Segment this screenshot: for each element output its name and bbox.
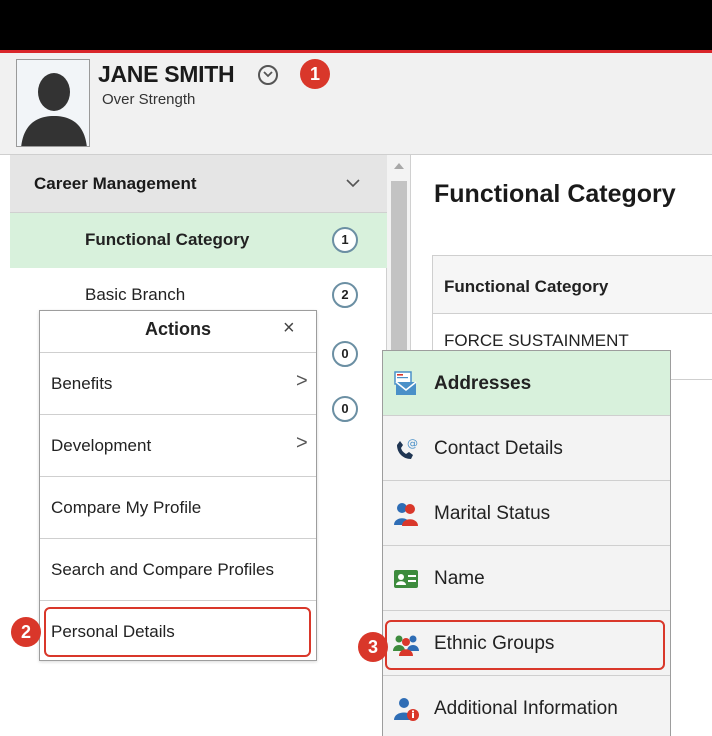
step-marker-2: 2	[11, 617, 41, 647]
menu-item-search-compare-profiles[interactable]: Search and Compare Profiles	[40, 539, 316, 601]
table-header-row: Functional Category	[433, 256, 712, 314]
menu-item-benefits[interactable]: Benefits >	[40, 353, 316, 415]
svg-text:@: @	[407, 437, 418, 450]
menu-item-label: Development	[51, 436, 152, 455]
chevron-down-icon	[346, 179, 360, 188]
address-envelope-icon	[394, 371, 417, 395]
profile-status: Over Strength	[102, 91, 196, 108]
submenu-item-marital-status[interactable]: Marital Status	[383, 481, 670, 546]
column-header: Functional Category	[444, 277, 609, 296]
actions-menu-title: Actions	[144, 319, 211, 339]
scroll-up-arrow-icon[interactable]	[394, 163, 404, 169]
chevron-right-icon: >	[296, 432, 308, 454]
submenu-item-label: Contact Details	[434, 438, 563, 459]
avatar	[16, 59, 90, 147]
top-bar	[0, 0, 712, 50]
profile-name: JANE SMITH	[98, 61, 235, 87]
submenu-item-additional-information[interactable]: Additional Information	[383, 676, 670, 736]
count-badge: 2	[332, 282, 358, 308]
menu-item-label: Compare My Profile	[51, 498, 202, 517]
highlight-personal-details	[44, 607, 311, 657]
count-badge: 1	[332, 227, 358, 253]
actions-menu-header: Actions ×	[40, 311, 316, 353]
submenu-item-label: Name	[434, 568, 485, 589]
phone-at-icon: @	[397, 437, 418, 459]
page-title: Functional Category	[434, 180, 676, 208]
step-marker-1: 1	[300, 59, 330, 89]
personal-details-submenu: Addresses @ Contact Details Marital Stat…	[382, 350, 671, 736]
career-management-header[interactable]: Career Management	[10, 155, 387, 213]
close-icon[interactable]: ×	[283, 317, 295, 340]
highlight-ethnic-groups	[385, 620, 665, 670]
count-badge: 0	[332, 341, 358, 367]
person-info-icon	[394, 698, 419, 721]
submenu-item-label: Addresses	[434, 373, 532, 394]
chevron-right-icon: >	[296, 370, 308, 392]
profile-header: JANE SMITH Over Strength	[0, 53, 712, 155]
submenu-item-contact-details[interactable]: @ Contact Details	[383, 416, 670, 481]
section-title: Career Management	[34, 174, 197, 193]
menu-item-label: Search and Compare Profiles	[51, 560, 275, 579]
nav-item-functional-category[interactable]: Functional Category 1	[10, 213, 387, 268]
couple-icon	[394, 503, 418, 526]
profile-menu-chevron-icon[interactable]	[258, 65, 278, 85]
count-badge: 0	[332, 396, 358, 422]
menu-item-development[interactable]: Development >	[40, 415, 316, 477]
submenu-item-label: Additional Information	[434, 698, 618, 719]
submenu-item-name[interactable]: Name	[383, 546, 670, 611]
submenu-item-addresses[interactable]: Addresses	[383, 351, 670, 416]
id-card-icon	[394, 570, 418, 588]
step-marker-3: 3	[358, 632, 388, 662]
nav-item-label: Functional Category	[85, 230, 250, 249]
table-cell: FORCE SUSTAINMENT	[444, 331, 629, 350]
menu-item-compare-my-profile[interactable]: Compare My Profile	[40, 477, 316, 539]
nav-item-label: Basic Branch	[85, 285, 186, 304]
person-silhouette-icon	[17, 60, 89, 146]
submenu-item-label: Marital Status	[434, 503, 551, 524]
menu-item-label: Benefits	[51, 374, 113, 393]
